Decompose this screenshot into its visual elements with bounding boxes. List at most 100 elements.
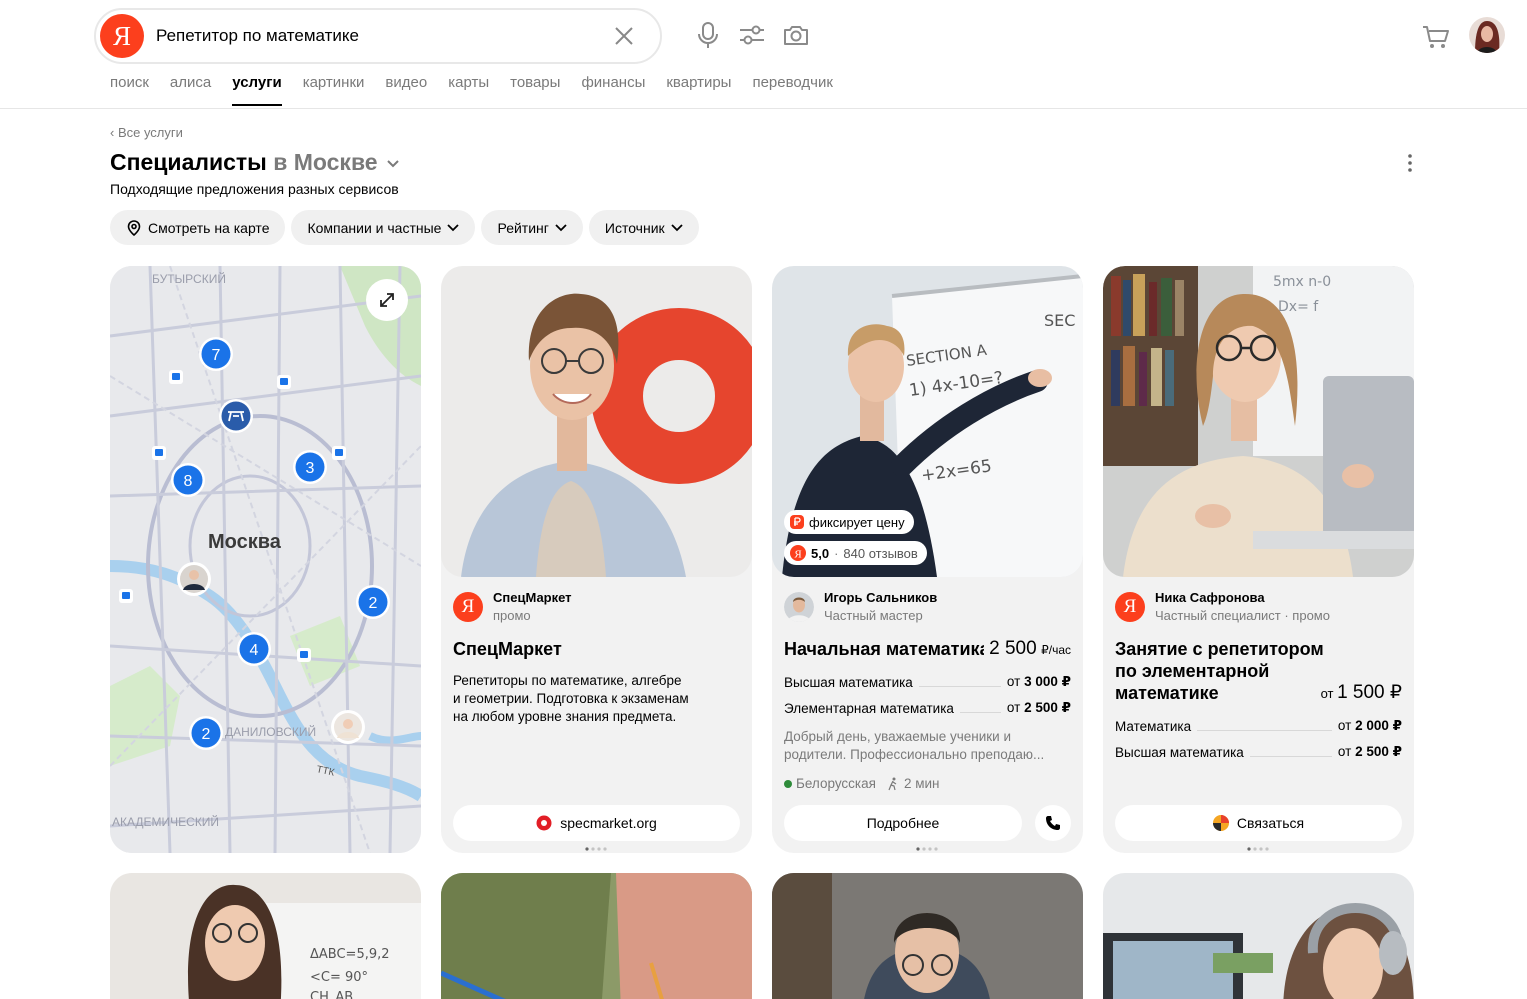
rating-badge[interactable]: Я 5,0 · 840 отзывов xyxy=(784,541,927,565)
service-card[interactable]: SECTION A 1) 4x-10=? +2x=65 SEC фиксируе… xyxy=(772,266,1083,853)
expand-icon[interactable] xyxy=(366,279,408,321)
card-photo[interactable] xyxy=(441,266,752,577)
cart-icon[interactable] xyxy=(1421,22,1451,52)
call-button[interactable] xyxy=(1035,805,1071,841)
city-map[interactable]: БУТЫРСКИЙ ДАНИЛОВСКИЙ АКАДЕМИЧЕСКИЙ ТТК … xyxy=(110,266,421,853)
svg-text:ΔABC=5,9,2: ΔABC=5,9,2 xyxy=(310,947,390,962)
tab-video[interactable]: видео xyxy=(385,74,427,106)
map-cluster-pin[interactable]: 2 xyxy=(189,716,223,750)
filter-source-label: Источник xyxy=(604,219,665,236)
card-description: Репетиторы по математике, алгебре и геом… xyxy=(453,673,689,724)
camera-icon[interactable] xyxy=(781,20,811,50)
tab-finance[interactable]: финансы xyxy=(581,74,645,106)
district-label: ДАНИЛОВСКИЙ xyxy=(225,724,316,739)
map-specialist-pin[interactable] xyxy=(177,562,211,596)
map-view-button[interactable]: Смотреть на карте xyxy=(110,210,286,245)
service-card[interactable]: 5mx n-0 Dx= f Я Ника Сафронова Частный с… xyxy=(1103,266,1414,853)
metro-icon xyxy=(119,589,133,603)
map-poi-pin[interactable] xyxy=(219,399,253,433)
provider-name: СпецМаркет xyxy=(493,590,572,605)
tab-goods[interactable]: товары xyxy=(510,74,560,106)
contact-button[interactable]: Связаться xyxy=(1115,805,1402,841)
metro-info: Белорусская 2 мин xyxy=(784,776,939,791)
tab-services[interactable]: услуги xyxy=(232,74,283,106)
svg-text:Я: Я xyxy=(794,549,802,561)
price-row: Математика от 2 000 ₽ xyxy=(1115,718,1402,734)
card-title[interactable]: Начальная математика xyxy=(784,638,984,660)
tab-alice[interactable]: алиса xyxy=(170,74,211,106)
card-title[interactable]: СпецМаркет xyxy=(453,638,562,660)
filter-type[interactable]: Компании и частные xyxy=(291,210,476,245)
map-view-label: Смотреть на карте xyxy=(148,219,270,236)
metro-icon xyxy=(169,370,183,384)
microphone-icon[interactable] xyxy=(693,20,723,50)
filter-rating-label: Рейтинг xyxy=(497,219,549,236)
back-link[interactable]: ‹ Все услуги xyxy=(110,125,183,140)
card-price: 2 500 ₽/час xyxy=(989,638,1071,659)
search-input[interactable]: Репетитор по математике xyxy=(156,26,359,46)
filters-icon[interactable] xyxy=(737,20,767,50)
chevron-down-icon xyxy=(555,223,567,231)
price-row: Высшая математика от 2 500 ₽ xyxy=(1115,744,1402,760)
card-photo[interactable] xyxy=(1103,873,1414,999)
map-cluster-pin[interactable]: 7 xyxy=(199,337,233,371)
provider-logo: Я xyxy=(453,592,483,622)
yandex-icon: Я xyxy=(790,545,806,561)
page-title-main: Специалисты xyxy=(110,149,267,175)
svg-text:7: 7 xyxy=(212,347,221,364)
card-photo[interactable]: 5mx n-0 Dx= f xyxy=(1103,266,1414,577)
map-cluster-pin[interactable]: 8 xyxy=(171,463,205,497)
page-subtitle: Подходящие предложения разных сервисов xyxy=(110,181,399,197)
close-icon[interactable] xyxy=(612,24,636,48)
map-cluster-pin[interactable]: 4 xyxy=(237,632,271,666)
filter-bar: Смотреть на карте Компании и частные Рей… xyxy=(110,210,699,245)
provider-avatar xyxy=(784,592,814,622)
provider-name: Ника Сафронова xyxy=(1155,590,1265,605)
service-card[interactable]: Я СпецМаркет промо СпецМаркет Репетиторы… xyxy=(441,266,752,853)
tab-images[interactable]: картинки xyxy=(303,74,365,106)
price-row: Элементарная математика от 2 500 ₽ xyxy=(784,700,1071,716)
map-card[interactable]: БУТЫРСКИЙ ДАНИЛОВСКИЙ АКАДЕМИЧЕСКИЙ ТТК … xyxy=(110,266,421,853)
filter-source[interactable]: Источник xyxy=(588,210,699,245)
map-cluster-pin[interactable]: 3 xyxy=(293,450,327,484)
city-selector[interactable]: в Москве xyxy=(267,149,377,175)
svg-text:Dx= f: Dx= f xyxy=(1278,299,1319,315)
page-title: Специалисты в Москве xyxy=(110,149,400,176)
user-avatar[interactable] xyxy=(1469,17,1505,53)
tab-search[interactable]: поиск xyxy=(110,74,149,106)
card-photo[interactable]: ΔABC=5,9,2 <C= 90° CH_AB xyxy=(110,873,421,999)
map-specialist-pin[interactable] xyxy=(331,710,365,744)
chevron-down-icon xyxy=(447,223,460,231)
tab-maps[interactable]: карты xyxy=(448,74,489,106)
price-row: Высшая математика от 3 000 ₽ xyxy=(784,674,1071,690)
header: Я Репетитор по математике поиск алиса ус… xyxy=(0,0,1527,109)
chevron-down-icon[interactable] xyxy=(386,159,400,169)
map-cluster-pin[interactable]: 2 xyxy=(356,585,390,619)
provider-name: Игорь Сальников xyxy=(824,590,938,605)
rating-value: 5,0 xyxy=(811,545,830,561)
walking-icon xyxy=(888,777,897,790)
website-label: specmarket.org xyxy=(560,815,657,831)
location-pin-icon xyxy=(127,219,141,236)
more-icon[interactable] xyxy=(1401,152,1419,174)
card-photo[interactable] xyxy=(441,873,752,999)
tab-translator[interactable]: переводчик xyxy=(752,74,832,106)
carousel-dots xyxy=(916,847,938,851)
district-label: БУТЫРСКИЙ xyxy=(152,271,226,286)
website-button[interactable]: specmarket.org xyxy=(453,805,740,841)
svg-text:SEC: SEC xyxy=(1044,311,1075,330)
details-button[interactable]: Подробнее xyxy=(784,805,1022,841)
reviews-count: 840 отзывов xyxy=(843,545,918,561)
svg-text:4: 4 xyxy=(250,642,259,659)
metro-icon xyxy=(152,446,166,460)
filter-type-label: Компании и частные xyxy=(307,219,442,236)
tab-apartments[interactable]: квартиры xyxy=(666,74,731,106)
search-bar[interactable]: Я Репетитор по математике xyxy=(94,8,662,64)
yandex-logo[interactable]: Я xyxy=(100,14,144,58)
details-label: Подробнее xyxy=(866,815,940,831)
filter-rating[interactable]: Рейтинг xyxy=(481,210,583,245)
svg-text:<C= 90°: <C= 90° xyxy=(310,970,368,985)
card-photo[interactable] xyxy=(772,873,1083,999)
svg-text:5mx n-0: 5mx n-0 xyxy=(1273,274,1331,290)
metro-icon xyxy=(297,648,311,662)
